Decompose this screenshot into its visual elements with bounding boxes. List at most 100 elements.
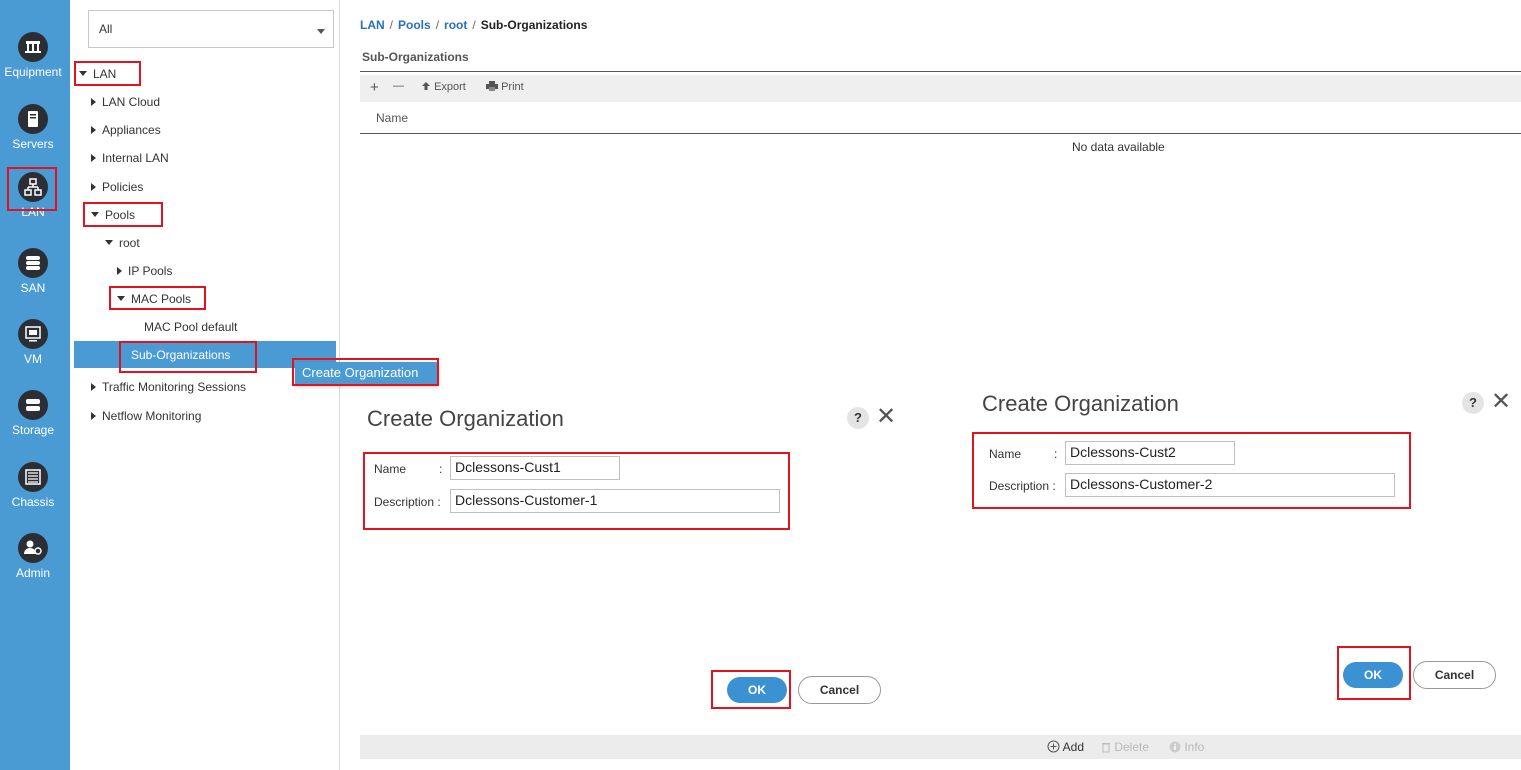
arrow-up-icon — [422, 82, 430, 90]
expanded-arrow-icon — [117, 296, 125, 301]
context-menu-create-organization[interactable]: Create Organization — [295, 362, 437, 384]
info-icon — [1169, 741, 1181, 753]
tree-node-label: Sub-Organizations — [131, 348, 231, 362]
table-toolbar: + — Export Print — [360, 75, 1521, 102]
printer-icon — [486, 81, 498, 91]
dialog1-name-label: Name — [374, 462, 407, 476]
footer-add-label: Add — [1062, 740, 1085, 754]
footer-info-label: Info — [1184, 740, 1205, 754]
tree-node-label: Internal LAN — [102, 151, 169, 165]
breadcrumb-pools[interactable]: Pools — [398, 18, 431, 32]
print-label: Print — [501, 81, 524, 93]
filter-value: All — [99, 22, 113, 36]
breadcrumb-lan[interactable]: LAN — [360, 18, 385, 32]
dialog1-cancel-button[interactable]: Cancel — [798, 676, 881, 704]
tree-node-netflow-monitoring[interactable]: Netflow Monitoring — [91, 409, 201, 423]
footer-delete-button[interactable]: Delete — [1101, 740, 1149, 754]
help-icon[interactable]: ? — [1462, 392, 1484, 414]
dialog1-description-input[interactable]: Dclessons-Customer-1 — [450, 489, 780, 513]
lan-icon — [18, 172, 48, 202]
tree-node-label: MAC Pool default — [144, 320, 238, 334]
tree-node-pools[interactable]: Pools — [91, 208, 135, 222]
tree-node-policies[interactable]: Policies — [91, 180, 143, 194]
tree-node-label: Policies — [102, 180, 144, 194]
rail-label: Chassis — [11, 495, 55, 509]
collapsed-arrow-icon — [91, 183, 96, 191]
tree-node-traffic-monitoring[interactable]: Traffic Monitoring Sessions — [91, 380, 246, 394]
category-rail: Equipment Servers LAN SAN VM Storage Cha… — [0, 0, 70, 770]
tree-node-lan-cloud[interactable]: LAN Cloud — [91, 95, 160, 109]
section-title: Sub-Organizations — [362, 50, 469, 64]
expanded-arrow-icon — [105, 240, 113, 245]
rail-label: Admin — [15, 566, 50, 580]
rail-label: Storage — [11, 423, 55, 437]
tree-node-label: Pools — [105, 208, 136, 222]
tree-node-mac-pools[interactable]: MAC Pools — [117, 292, 191, 306]
storage-icon — [18, 390, 48, 420]
dialog1-ok-button[interactable]: OK — [727, 677, 787, 703]
breadcrumb: LAN / Pools / root / Sub-Organizations — [360, 18, 588, 32]
dialog2-description-input[interactable]: Dclessons-Customer-2 — [1065, 473, 1395, 497]
filter-dropdown[interactable]: All — [88, 10, 334, 48]
context-menu-label: Create Organization — [302, 365, 419, 380]
vm-icon — [18, 319, 48, 349]
tree-node-label: IP Pools — [128, 264, 173, 278]
rail-item-san[interactable]: SAN — [0, 248, 66, 295]
dialog2-cancel-button[interactable]: Cancel — [1413, 661, 1496, 689]
print-button[interactable]: Print — [486, 81, 524, 93]
rail-item-servers[interactable]: Servers — [0, 104, 66, 151]
rail-item-lan[interactable]: LAN — [0, 172, 66, 219]
servers-icon — [18, 104, 48, 134]
footer-info-button[interactable]: Info — [1169, 740, 1204, 754]
rail-item-chassis[interactable]: Chassis — [0, 462, 66, 509]
collapsed-arrow-icon — [91, 126, 96, 134]
close-icon[interactable]: ✕ — [1491, 390, 1511, 414]
rail-item-vm[interactable]: VM — [0, 319, 66, 366]
help-icon[interactable]: ? — [847, 407, 869, 429]
close-icon[interactable]: ✕ — [876, 405, 896, 429]
trash-icon — [1102, 743, 1110, 753]
tree-node-sub-organizations[interactable]: Sub-Organizations — [131, 348, 230, 362]
rail-item-storage[interactable]: Storage — [0, 390, 66, 437]
dialog2-ok-button[interactable]: OK — [1343, 662, 1403, 688]
admin-icon — [18, 533, 48, 563]
ucs-manager-window: Equipment Servers LAN SAN VM Storage Cha… — [0, 0, 1521, 770]
breadcrumb-root[interactable]: root — [444, 18, 467, 32]
tree-node-internal-lan[interactable]: Internal LAN — [91, 151, 169, 165]
tree-node-lan[interactable]: LAN — [79, 67, 116, 81]
footer-add-button[interactable]: Add — [1047, 740, 1084, 754]
equipment-icon — [18, 32, 48, 62]
tree-node-label: Traffic Monitoring Sessions — [102, 380, 247, 394]
divider — [360, 133, 1521, 134]
tree-node-appliances[interactable]: Appliances — [91, 123, 161, 137]
rail-label: Equipment — [4, 65, 62, 79]
column-header-name[interactable]: Name — [376, 111, 408, 125]
table-footer-actions: Add Delete Info — [360, 735, 1521, 759]
footer-delete-label: Delete — [1114, 740, 1150, 754]
rail-item-equipment[interactable]: Equipment — [0, 32, 66, 79]
rail-item-admin[interactable]: Admin — [0, 533, 66, 580]
collapsed-arrow-icon — [91, 412, 96, 420]
dialog2-title: Create Organization — [982, 391, 1179, 416]
tree-node-root[interactable]: root — [105, 236, 140, 250]
tree-node-ip-pools[interactable]: IP Pools — [117, 264, 172, 278]
tree-node-label: MAC Pools — [131, 292, 192, 306]
expanded-arrow-icon — [79, 71, 87, 76]
remove-button[interactable]: — — [393, 80, 404, 92]
collapsed-arrow-icon — [91, 98, 96, 106]
add-button[interactable]: + — [370, 79, 379, 96]
dialog1-name-input[interactable]: Dclessons-Cust1 — [450, 456, 620, 480]
tree-node-label: Netflow Monitoring — [102, 409, 202, 423]
export-button[interactable]: Export — [421, 81, 466, 93]
tree-node-mac-pool-default[interactable]: MAC Pool default — [144, 320, 237, 334]
dialog1-title: Create Organization — [367, 406, 564, 431]
rail-label: Servers — [12, 137, 54, 151]
chassis-icon — [18, 462, 48, 492]
dialog2-name-input[interactable]: Dclessons-Cust2 — [1065, 441, 1235, 465]
tree-node-label: LAN — [93, 67, 117, 81]
tree-node-label: Appliances — [102, 123, 161, 137]
san-icon — [18, 248, 48, 278]
dialog1-colon: : — [439, 462, 443, 476]
chevron-down-icon — [317, 29, 325, 34]
navigation-tree: All LAN LAN Cloud Appliances Internal LA… — [72, 0, 340, 770]
